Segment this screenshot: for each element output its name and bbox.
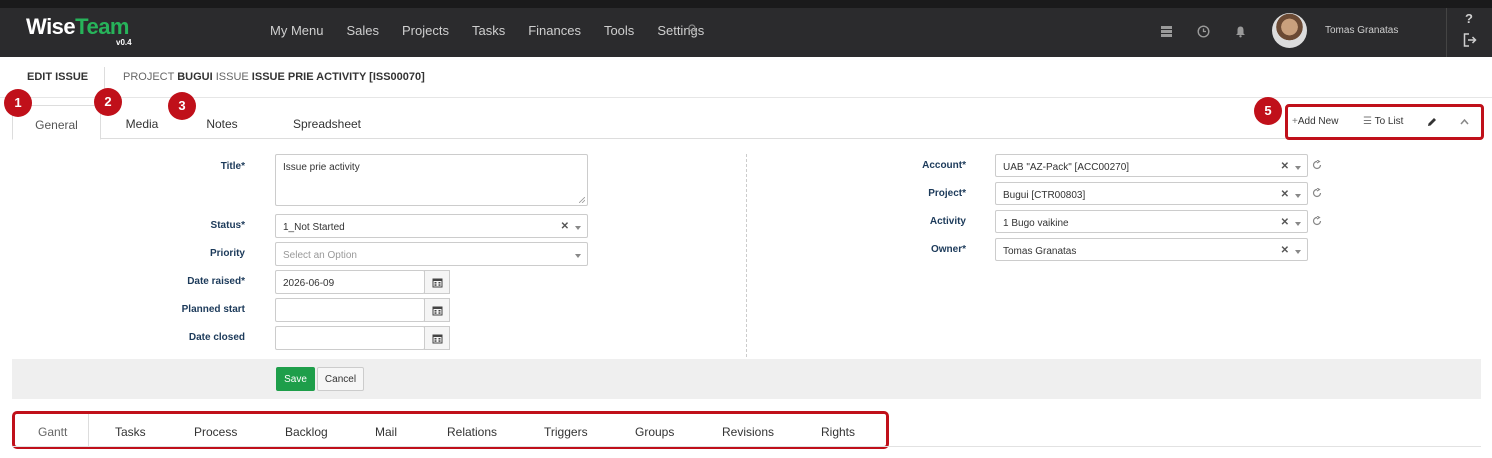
breadcrumb: EDIT ISSUE PROJECT BUGUI ISSUE ISSUE PRI… <box>0 57 1492 98</box>
clear-icon[interactable]: ✕ <box>1281 245 1289 256</box>
subtab-relations[interactable]: Relations <box>447 425 497 439</box>
bell-icon[interactable] <box>1234 25 1247 38</box>
title-label: Title* <box>220 161 245 172</box>
callout-badge-5: 5 <box>1254 97 1282 125</box>
callout-badge-2: 2 <box>94 88 122 116</box>
activity-label: Activity <box>929 216 966 227</box>
clear-icon[interactable]: ✕ <box>1281 161 1289 172</box>
subtabs-baseline <box>12 446 1481 447</box>
add-new-button[interactable]: +Add New <box>1292 116 1338 127</box>
cancel-button[interactable]: Cancel <box>317 367 364 391</box>
collapse-chevron-up-icon[interactable] <box>1460 118 1469 125</box>
date-raised-input[interactable]: 2026-06-09 <box>275 270 425 294</box>
project-select[interactable]: Bugui [CTR00803] ✕ <box>995 182 1308 205</box>
callout-badge-3: 3 <box>168 92 196 120</box>
page-title: EDIT ISSUE <box>27 71 89 83</box>
account-label: Account* <box>922 160 966 171</box>
date-raised-calendar-button[interactable] <box>424 270 450 294</box>
planned-start-input[interactable] <box>275 298 425 322</box>
refresh-link-icon[interactable] <box>1312 160 1322 170</box>
chevron-down-icon[interactable] <box>1295 222 1301 226</box>
form-column-divider <box>746 154 747 357</box>
nav-item-tasks[interactable]: Tasks <box>472 23 505 38</box>
nav-item-projects[interactable]: Projects <box>402 23 449 38</box>
app-logo[interactable]: WiseTeam v0.4 <box>26 14 132 47</box>
database-icon[interactable] <box>1160 25 1173 38</box>
top-icons <box>1160 25 1247 38</box>
list-icon: ☰ <box>1363 116 1375 127</box>
clear-icon[interactable]: ✕ <box>1281 217 1289 228</box>
tab-spreadsheet[interactable]: Spreadsheet <box>277 105 377 139</box>
topbar-divider <box>1446 8 1447 57</box>
record-actions: +Add New ☰ To List <box>1285 104 1484 140</box>
search-icon[interactable] <box>688 24 698 34</box>
activity-select[interactable]: 1 Bugo vaikine ✕ <box>995 210 1308 233</box>
planned-start-calendar-button[interactable] <box>424 298 450 322</box>
app-version: v0.4 <box>116 38 132 47</box>
nav-item-tools[interactable]: Tools <box>604 23 634 38</box>
date-closed-input[interactable] <box>275 326 425 350</box>
chevron-down-icon[interactable] <box>1295 250 1301 254</box>
nav-item-finances[interactable]: Finances <box>528 23 581 38</box>
top-bar: WiseTeam v0.4 My Menu Sales Projects Tas… <box>0 0 1492 57</box>
to-list-button[interactable]: ☰ To List <box>1363 116 1403 127</box>
refresh-link-icon[interactable] <box>1312 188 1322 198</box>
project-label: Project* <box>928 188 966 199</box>
breadcrumb-issue: ISSUE PRIE ACTIVITY [ISS00070] <box>251 71 425 83</box>
chevron-down-icon[interactable] <box>1295 194 1301 198</box>
clock-icon[interactable] <box>1197 25 1210 38</box>
subtab-divider <box>88 414 89 446</box>
tab-media[interactable]: Media <box>112 105 172 139</box>
nav-item-my-menu[interactable]: My Menu <box>270 23 323 38</box>
date-raised-label: Date raised* <box>187 276 245 287</box>
avatar[interactable] <box>1272 13 1307 48</box>
refresh-link-icon[interactable] <box>1312 216 1322 226</box>
related-tabs: Gantt Tasks Process Backlog Mail Relatio… <box>12 411 889 449</box>
chevron-down-icon[interactable] <box>1295 166 1301 170</box>
date-closed-label: Date closed <box>188 332 245 343</box>
subtab-tasks[interactable]: Tasks <box>115 425 146 439</box>
nav-item-sales[interactable]: Sales <box>346 23 379 38</box>
subtab-process[interactable]: Process <box>194 425 237 439</box>
title-field[interactable]: Issue prie activity <box>275 154 588 206</box>
priority-label: Priority <box>209 248 245 259</box>
clear-icon[interactable]: ✕ <box>561 221 569 232</box>
chevron-down-icon[interactable] <box>575 254 581 258</box>
subtab-groups[interactable]: Groups <box>635 425 674 439</box>
subtab-triggers[interactable]: Triggers <box>544 425 588 439</box>
owner-select[interactable]: Tomas Granatas ✕ <box>995 238 1308 261</box>
subtab-rights[interactable]: Rights <box>821 425 855 439</box>
priority-select[interactable]: Select an Option <box>275 242 588 266</box>
breadcrumb-path: PROJECT BUGUI ISSUE ISSUE PRIE ACTIVITY … <box>123 71 425 83</box>
date-closed-calendar-button[interactable] <box>424 326 450 350</box>
form-footer <box>12 359 1481 399</box>
subtab-mail[interactable]: Mail <box>375 425 397 439</box>
chevron-down-icon[interactable] <box>575 226 581 230</box>
resize-handle-icon[interactable] <box>579 197 585 203</box>
tab-notes[interactable]: Notes <box>192 105 252 139</box>
subtab-revisions[interactable]: Revisions <box>722 425 774 439</box>
main-nav: My Menu Sales Projects Tasks Finances To… <box>270 23 727 38</box>
subtab-backlog[interactable]: Backlog <box>285 425 328 439</box>
planned-start-label: Planned start <box>181 304 245 315</box>
user-name[interactable]: Tomas Granatas <box>1325 25 1398 36</box>
account-select[interactable]: UAB "AZ-Pack" [ACC00270] ✕ <box>995 154 1308 177</box>
logout-icon[interactable] <box>1463 33 1477 47</box>
status-select[interactable]: 1_Not Started ✕ <box>275 214 588 238</box>
callout-badge-1: 1 <box>4 89 32 117</box>
clear-icon[interactable]: ✕ <box>1281 189 1289 200</box>
save-button[interactable]: Save <box>276 367 315 391</box>
subtab-gantt[interactable]: Gantt <box>38 425 67 439</box>
help-icon[interactable]: ? <box>1465 11 1473 26</box>
owner-label: Owner* <box>930 244 966 255</box>
edit-pencil-icon[interactable] <box>1427 117 1437 127</box>
calendar-icon <box>432 306 443 316</box>
status-label: Status* <box>210 220 245 231</box>
breadcrumb-separator <box>104 67 105 89</box>
breadcrumb-project[interactable]: BUGUI <box>177 71 212 83</box>
calendar-icon <box>432 334 443 344</box>
calendar-icon <box>432 278 443 288</box>
